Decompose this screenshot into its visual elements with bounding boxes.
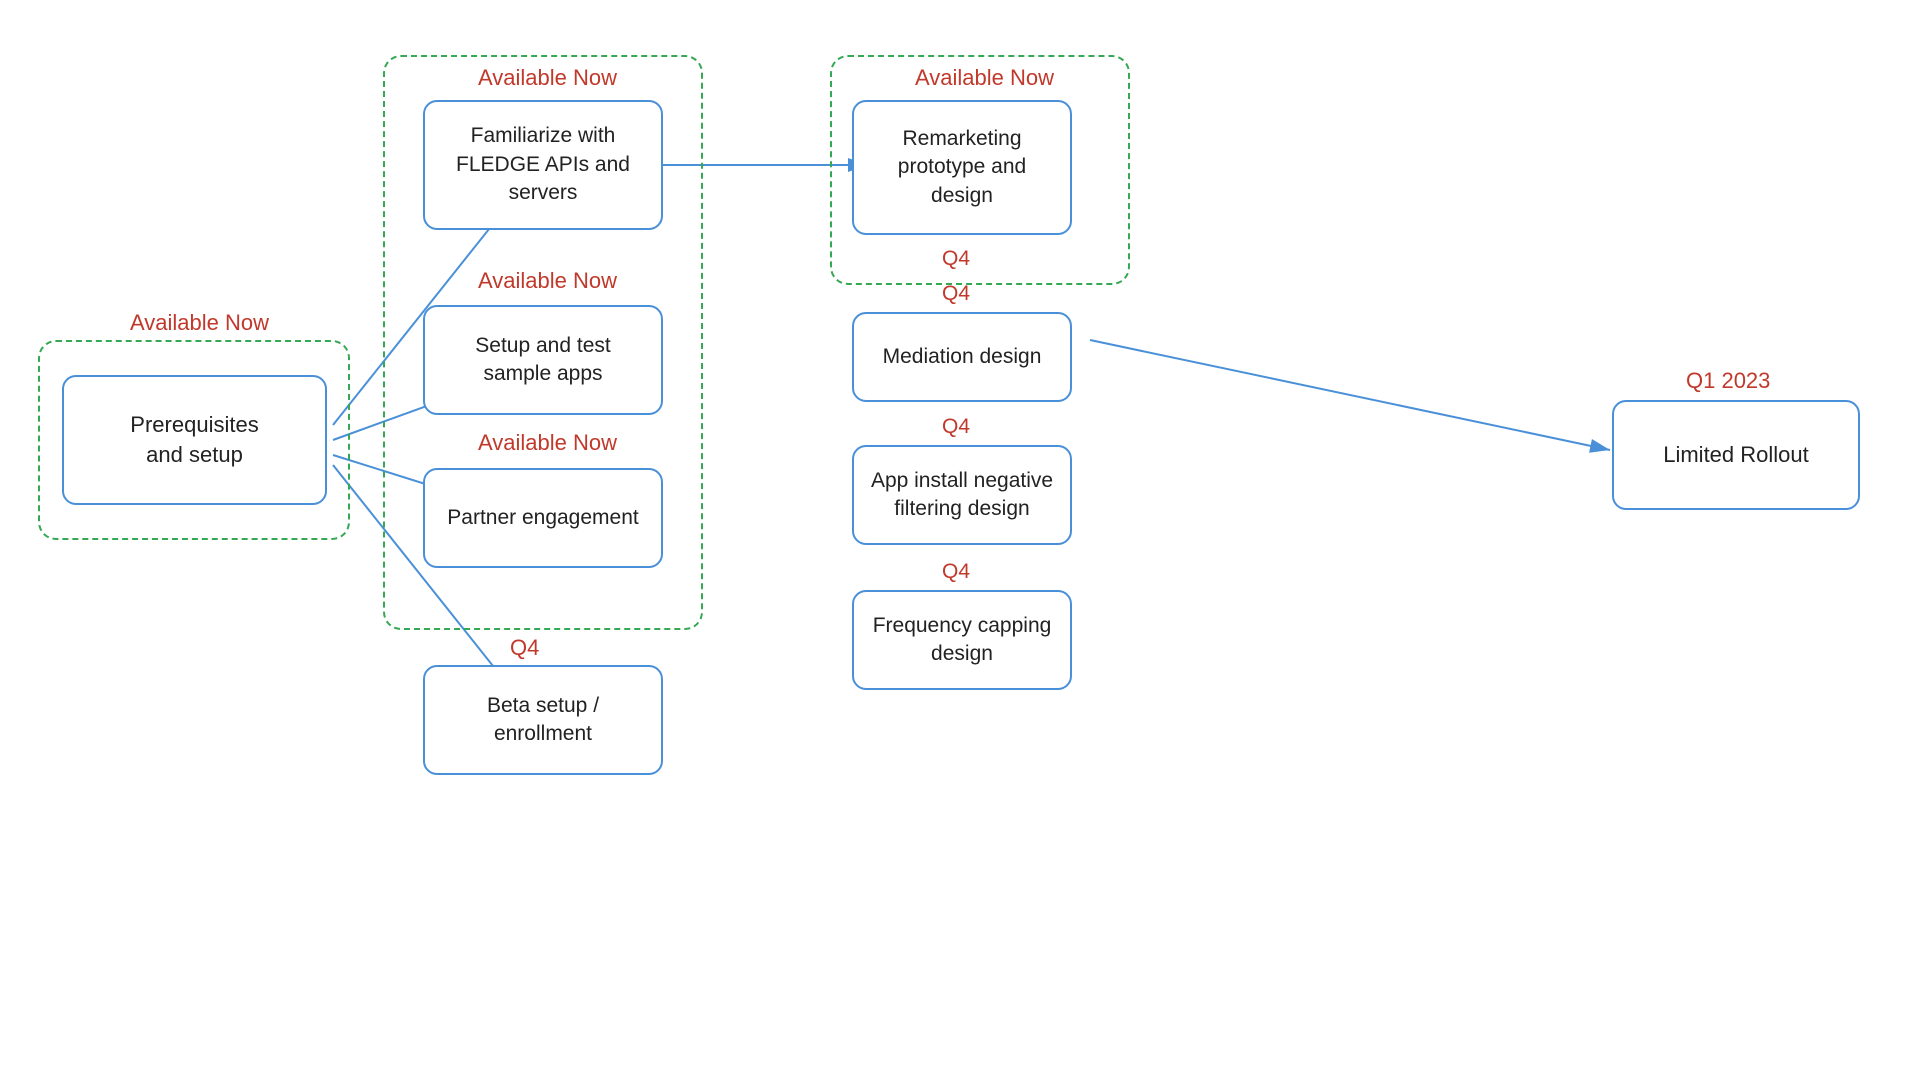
label-familiarize-group-status: Available Now bbox=[478, 65, 617, 91]
node-app-install: App install negativefiltering design bbox=[852, 445, 1072, 545]
label-setup-test-status: Available Now bbox=[478, 268, 617, 294]
label-partner-status: Available Now bbox=[478, 430, 617, 456]
node-mediation: Mediation design bbox=[852, 312, 1072, 402]
label-beta-status: Q4 bbox=[510, 635, 539, 661]
label-remarketing-group-status: Available Now bbox=[915, 65, 1054, 91]
node-beta-label: Beta setup /enrollment bbox=[487, 692, 599, 749]
node-setup-test-label: Setup and testsample apps bbox=[475, 332, 610, 389]
node-familiarize: Familiarize withFLEDGE APIs andservers bbox=[423, 100, 663, 230]
node-partner: Partner engagement bbox=[423, 468, 663, 568]
label-app-install-status: Q4 bbox=[942, 415, 970, 439]
node-app-install-label: App install negativefiltering design bbox=[871, 467, 1053, 524]
node-beta: Beta setup /enrollment bbox=[423, 665, 663, 775]
node-prerequisites-label: Prerequisitesand setup bbox=[130, 410, 258, 469]
node-limited-rollout: Limited Rollout bbox=[1612, 400, 1860, 510]
node-familiarize-label: Familiarize withFLEDGE APIs andservers bbox=[456, 122, 630, 207]
label-mediation-status: Q4 bbox=[942, 282, 970, 306]
node-setup-test: Setup and testsample apps bbox=[423, 305, 663, 415]
label-prereq-status: Available Now bbox=[130, 310, 269, 336]
node-partner-label: Partner engagement bbox=[447, 504, 638, 532]
node-mediation-label: Mediation design bbox=[883, 343, 1042, 371]
node-limited-rollout-label: Limited Rollout bbox=[1663, 440, 1809, 470]
node-frequency: Frequency cappingdesign bbox=[852, 590, 1072, 690]
node-frequency-label: Frequency cappingdesign bbox=[873, 612, 1052, 669]
label-remarketing-q4: Q4 bbox=[942, 247, 970, 271]
label-limited-rollout-status: Q1 2023 bbox=[1686, 368, 1770, 394]
node-remarketing: Remarketingprototype anddesign bbox=[852, 100, 1072, 235]
node-prerequisites: Prerequisitesand setup bbox=[62, 375, 327, 505]
node-remarketing-label: Remarketingprototype anddesign bbox=[898, 125, 1026, 210]
label-frequency-status: Q4 bbox=[942, 560, 970, 584]
